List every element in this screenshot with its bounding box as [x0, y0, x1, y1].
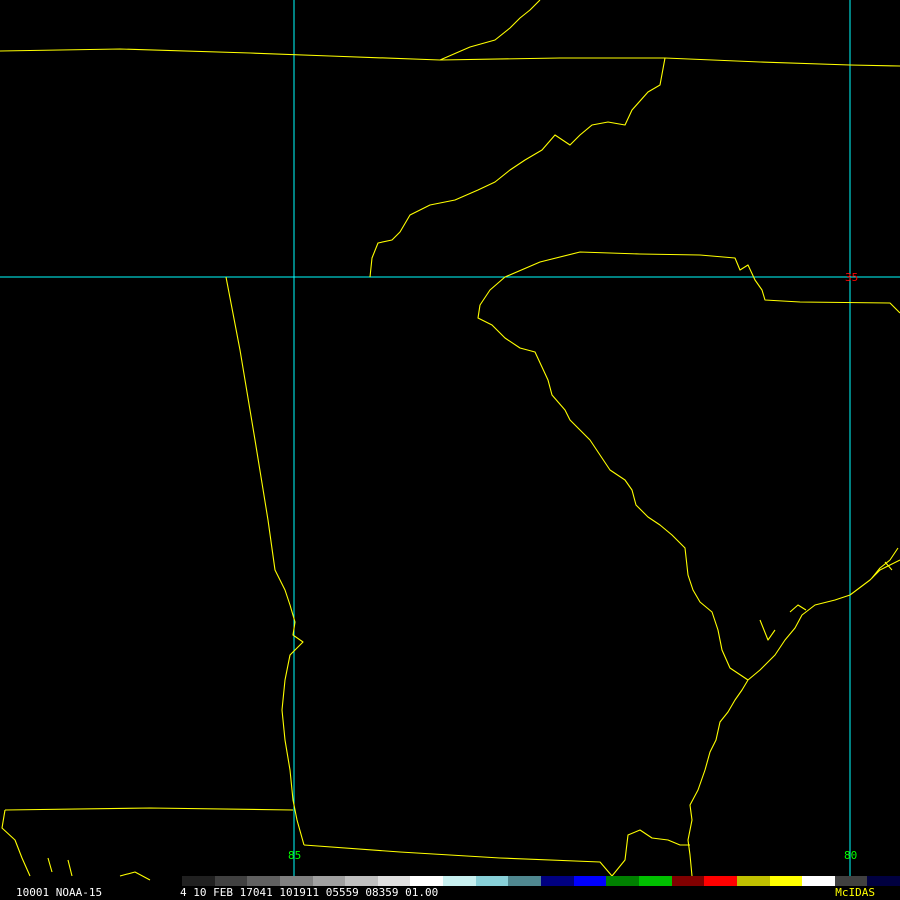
- image-timestamp-info: 4 10 FEB 17041 101911 05559 08359 01.00: [180, 886, 439, 899]
- satellite-map: 35 85 80: [0, 0, 900, 900]
- frame-satellite-id: 10001 NOAA-15: [16, 886, 103, 899]
- longitude-label-85: 85: [288, 849, 301, 862]
- longitude-label-80: 80: [844, 849, 857, 862]
- mcidas-brand: McIDAS: [835, 886, 875, 899]
- status-bar: 10001 NOAA-15 4 10 FEB 17041 101911 0555…: [0, 886, 900, 900]
- latitude-label-35: 35: [845, 271, 858, 284]
